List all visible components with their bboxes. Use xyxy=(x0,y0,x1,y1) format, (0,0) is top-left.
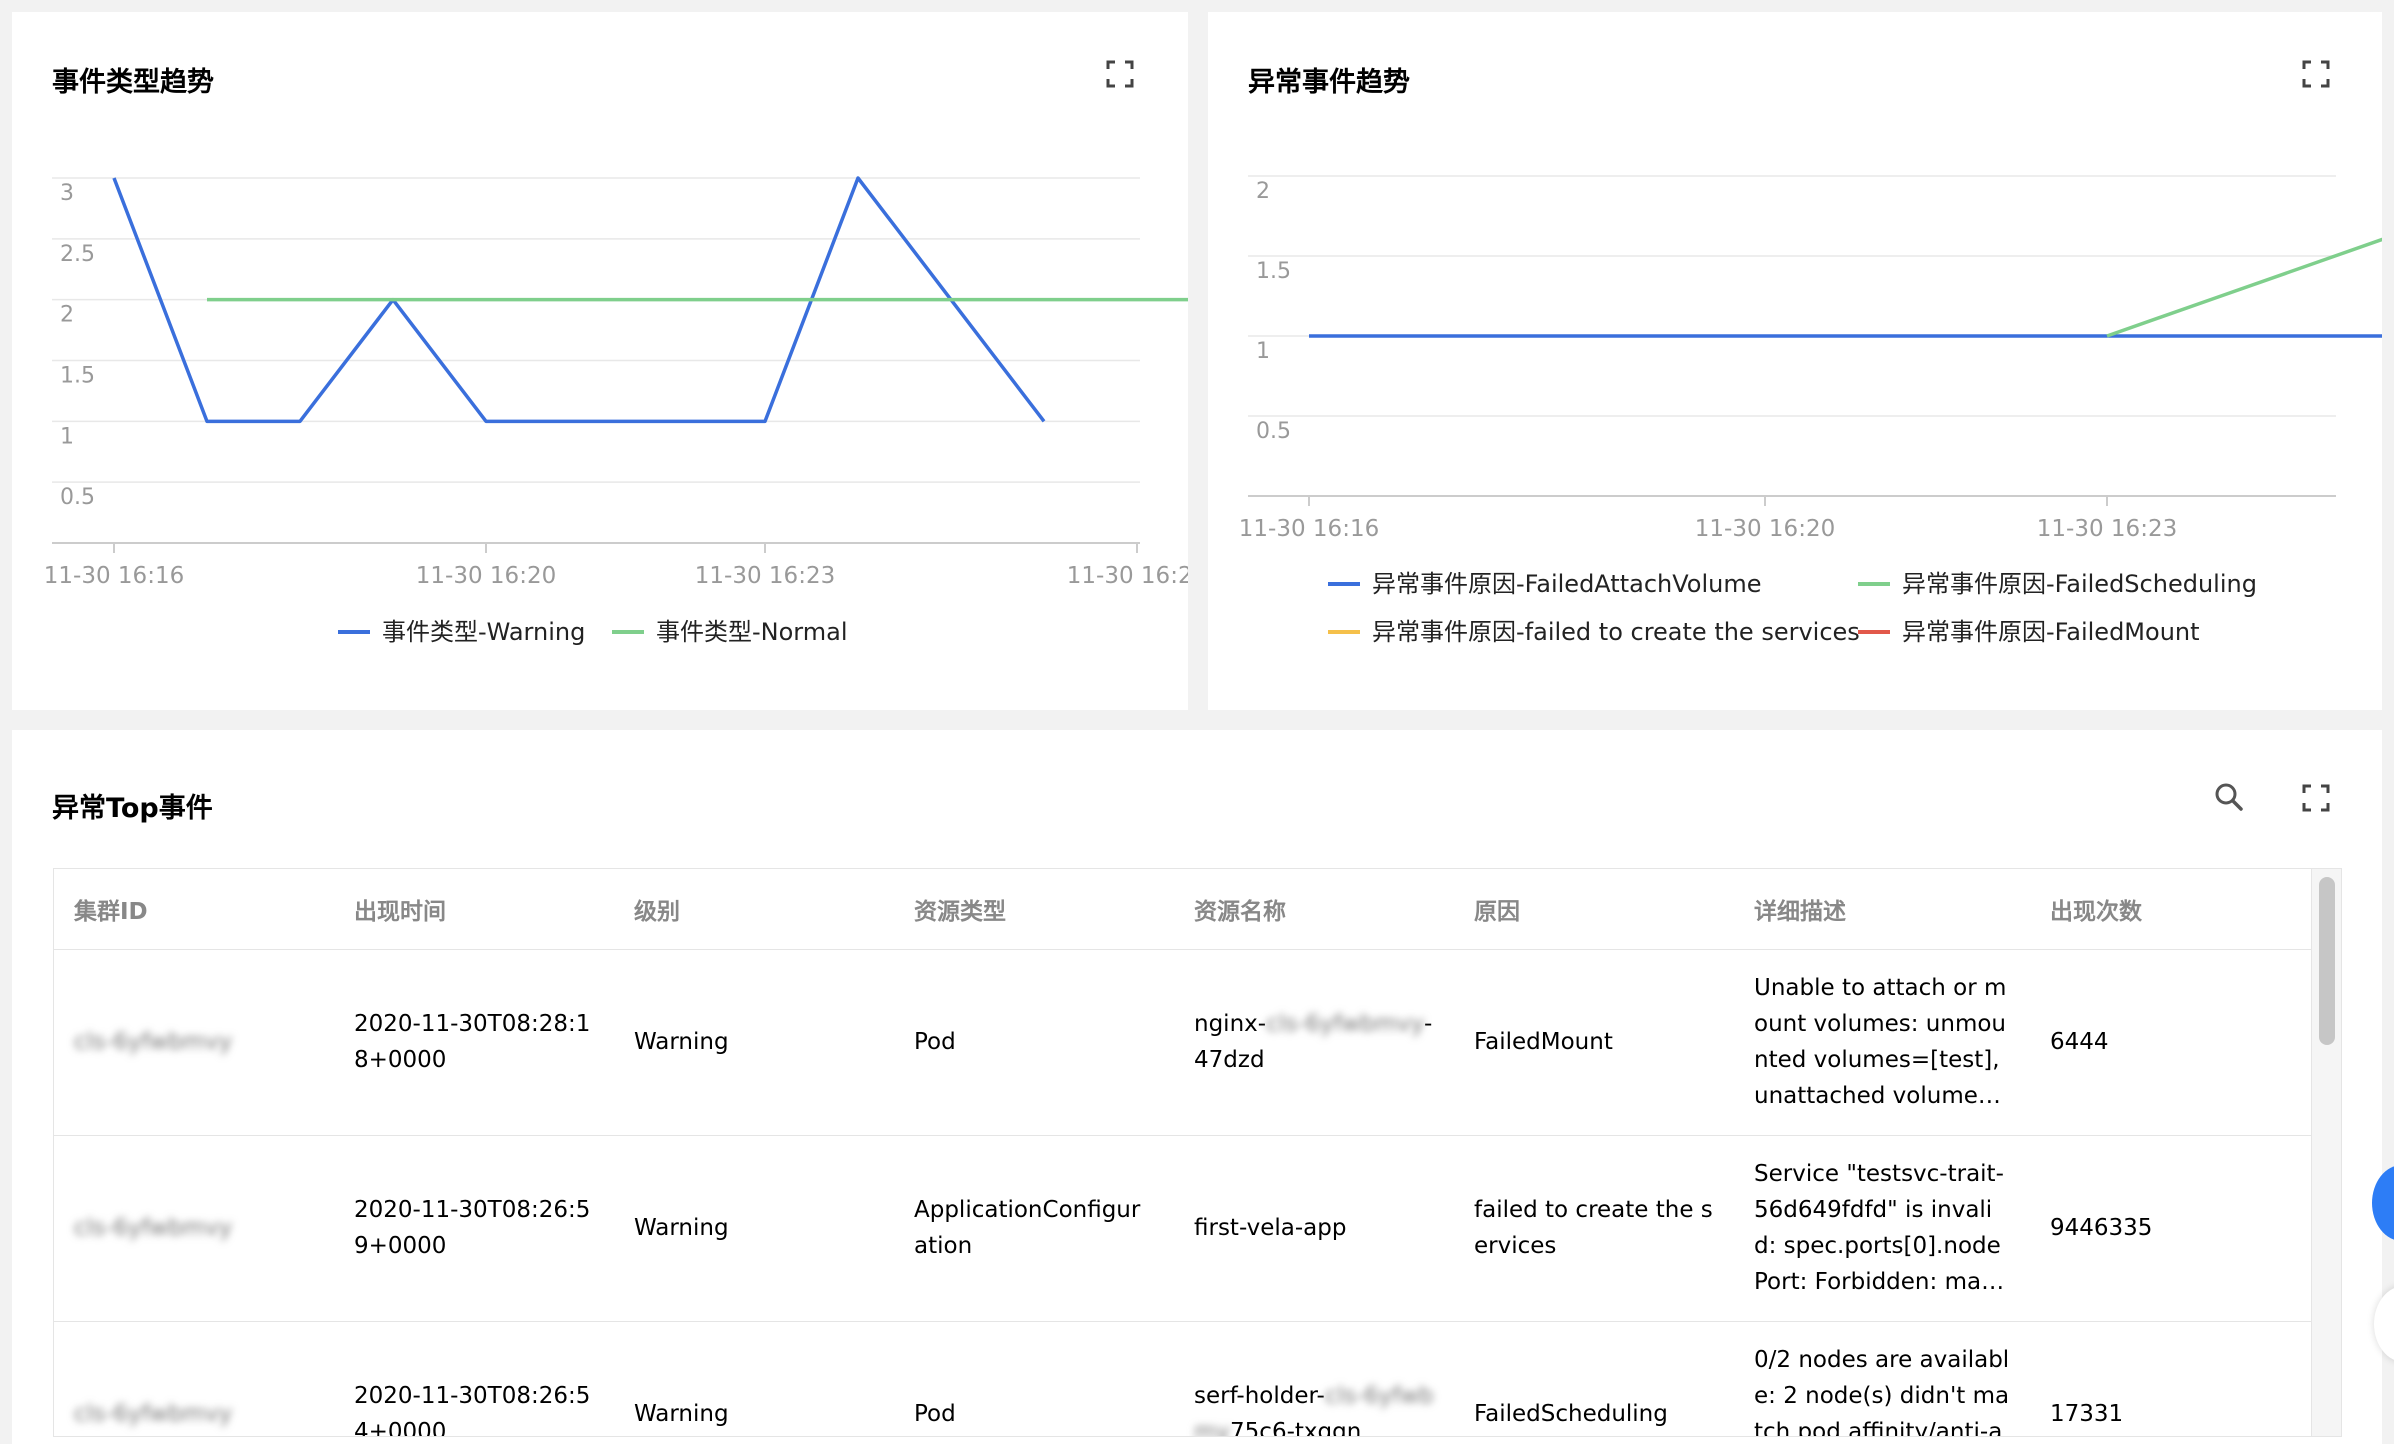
cluster-id-blurred: cls-6yfwbmvy xyxy=(74,1215,233,1241)
y-tick-label: 3 xyxy=(60,181,74,206)
search-icon[interactable] xyxy=(2214,782,2244,812)
legend-label: 异常事件原因-FailedMount xyxy=(1902,618,2200,646)
column-header-detail: 详细描述 xyxy=(1734,869,2030,950)
x-tick-label: 11-30 16:20 xyxy=(416,563,556,589)
level-cell: Warning xyxy=(614,949,894,1136)
resource-name-prefix: serf-holder- xyxy=(1194,1383,1325,1409)
detail-cell: 0/2 nodes are available: 2 node(s) didn'… xyxy=(1734,1321,2030,1437)
detail-text: Unable to attach or mount volumes: unmou… xyxy=(1754,975,2010,1109)
reason-cell: failed to create the services xyxy=(1454,1135,1734,1322)
level-cell: Warning xyxy=(614,1321,894,1436)
y-tick-label: 0.5 xyxy=(1256,419,1291,444)
detail-cell: Unable to attach or mount volumes: unmou… xyxy=(1734,949,2030,1136)
level-cell: Warning xyxy=(614,1135,894,1322)
count-cell: 6444 xyxy=(2030,949,2312,1136)
abnormal-trend-chart: 0.5 1 1.5 2 11-30 16:16 11-30 16:20 11-30 16:2… xyxy=(1239,175,2382,646)
y-tick-label: 1 xyxy=(1256,339,1270,364)
y-tick-label: 0.5 xyxy=(60,485,95,510)
legend-label: 事件类型-Normal xyxy=(656,618,848,646)
cluster-id-blurred: cls-6yfwbmvy xyxy=(74,1401,233,1427)
column-header-level: 级别 xyxy=(614,869,894,950)
table-scrollbar-thumb[interactable] xyxy=(2319,877,2335,1045)
column-header-time: 出现时间 xyxy=(334,869,614,950)
cluster-id-cell: cls-6yfwbmvy xyxy=(54,949,334,1136)
cluster-id-blurred: cls-6yfwbmvy xyxy=(74,1029,233,1055)
x-tick-label: 11-30 16:16 xyxy=(1239,516,1379,542)
resource-name-cell: first-vela-app xyxy=(1174,1135,1454,1322)
detail-text: Service "testsvc-trait-56d649fdfd" is in… xyxy=(1754,1161,2004,1295)
time-cell: 2020-11-30T08:26:54+0000 xyxy=(334,1321,614,1436)
time-cell: 2020-11-30T08:28:18+0000 xyxy=(334,949,614,1136)
detail-cell: Service "testsvc-trait-56d649fdfd" is in… xyxy=(1734,1135,2030,1322)
table-scrollbar[interactable] xyxy=(2311,869,2341,1436)
resource-type-cell: Pod xyxy=(894,949,1174,1136)
count-cell: 9446335 xyxy=(2030,1135,2312,1322)
count-cell: 17331 xyxy=(2030,1321,2312,1436)
x-tick-label: 11-30 16:16 xyxy=(44,563,184,589)
y-tick-label: 2 xyxy=(1256,179,1270,204)
table-header-row: 集群ID 出现时间 级别 资源类型 资源名称 原因 详细描述 出现次数 xyxy=(54,869,2312,950)
legend-label: 异常事件原因-failed to create the services xyxy=(1372,618,1860,646)
column-header-resource-name: 资源名称 xyxy=(1174,869,1454,950)
y-tick-label: 1 xyxy=(60,424,74,449)
resource-name-suffix: 75c6-txqqn xyxy=(1230,1419,1362,1437)
cluster-id-cell: cls-6yfwbmvy xyxy=(54,1321,334,1436)
y-tick-label: 2 xyxy=(60,303,74,328)
x-tick-label: 11-30 16:23 xyxy=(2037,516,2177,542)
resource-name-cell: serf-holder-cls-6yfwbmy75c6-txqqn xyxy=(1174,1321,1454,1437)
x-tick-label: 11-30 16:23 xyxy=(695,563,835,589)
event-type-trend-chart: 0.5 1 1.5 2 2.5 3 11-30 16:16 11-30 16:20 11-30 … xyxy=(44,176,1188,646)
column-header-resource-type: 资源类型 xyxy=(894,869,1174,950)
y-tick-label: 2.5 xyxy=(60,242,95,267)
resource-name-blurred: cls-6yfwbmvy xyxy=(1266,1011,1424,1037)
cluster-id-cell: cls-6yfwbmvy xyxy=(54,1135,334,1322)
reason-cell: FailedScheduling xyxy=(1454,1321,1734,1436)
table-row[interactable]: cls-6yfwbmvy 2020-11-30T08:26:59+0000 Wa… xyxy=(54,1135,2312,1322)
table-row[interactable]: cls-6yfwbmvy 2020-11-30T08:28:18+0000 Wa… xyxy=(54,949,2312,1136)
column-header-cluster-id: 集群ID xyxy=(54,869,334,950)
column-header-count: 出现次数 xyxy=(2030,869,2312,950)
fullscreen-icon[interactable] xyxy=(2302,784,2330,812)
reason-cell: FailedMount xyxy=(1454,949,1734,1136)
event-type-trend-panel: 事件类型趋势 0.5 1 1.5 2 2.5 3 11-30 16:16 11-30 16:2… xyxy=(12,12,1188,710)
legend-label: 事件类型-Warning xyxy=(382,618,585,646)
time-cell: 2020-11-30T08:26:59+0000 xyxy=(334,1135,614,1322)
resource-type-cell: ApplicationConfiguration xyxy=(894,1135,1174,1322)
resource-name-cell: nginx-cls-6yfwbmvy-47dzd xyxy=(1174,949,1454,1136)
x-tick-label: 11-30 16:27 xyxy=(1067,563,1188,589)
resource-name-prefix: first-vela-app xyxy=(1194,1215,1347,1241)
detail-text: 0/2 nodes are available: 2 node(s) didn'… xyxy=(1754,1347,2010,1437)
column-header-reason: 原因 xyxy=(1454,869,1734,950)
table-row[interactable]: cls-6yfwbmvy 2020-11-30T08:26:54+0000 Wa… xyxy=(54,1321,2312,1437)
legend-label: 异常事件原因-FailedAttachVolume xyxy=(1372,570,1762,598)
resource-name-prefix: nginx- xyxy=(1194,1011,1267,1037)
panel-title: 异常Top事件 xyxy=(52,793,213,824)
resource-type-cell: Pod xyxy=(894,1321,1174,1436)
top-events-table: 集群ID 出现时间 级别 资源类型 资源名称 原因 详细描述 出现次数 cls-… xyxy=(53,868,2342,1437)
abnormal-trend-panel: 异常事件趋势 0.5 1 1.5 2 11-30 16:16 11-30 16:20 11-… xyxy=(1208,12,2382,710)
legend-label: 异常事件原因-FailedScheduling xyxy=(1902,570,2257,598)
x-tick-label: 11-30 16:20 xyxy=(1695,516,1835,542)
y-tick-label: 1.5 xyxy=(60,364,95,389)
y-tick-label: 1.5 xyxy=(1256,259,1291,284)
